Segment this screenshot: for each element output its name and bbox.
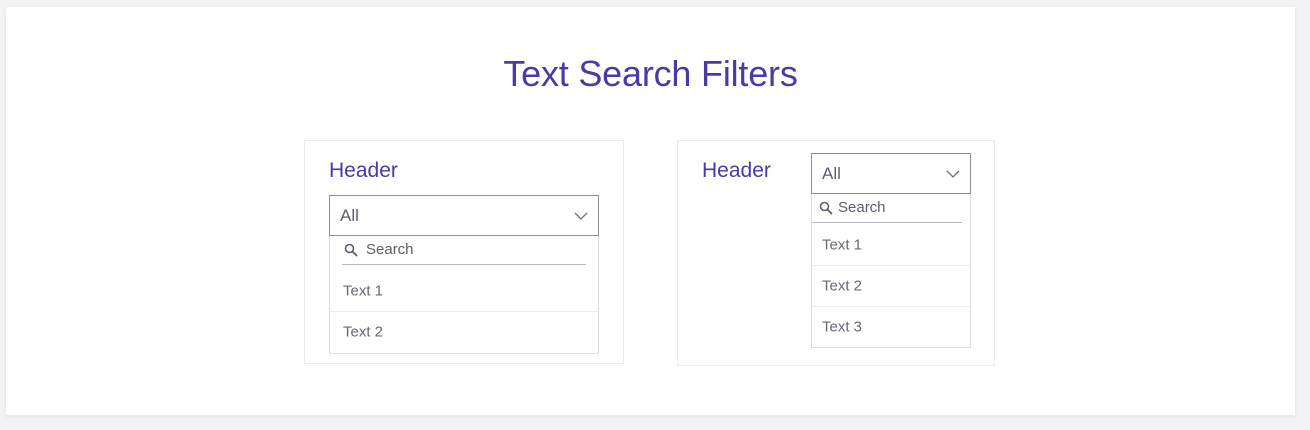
- option-label: Text 1: [822, 236, 863, 253]
- main-card: Text Search Filters Header All Search Te…: [6, 7, 1295, 415]
- filter-panel-inline: Header All Search Text 1 Text 2 Text 3: [677, 140, 995, 366]
- select-value: All: [822, 163, 841, 183]
- filter-panel-stacked: Header All Search Text 1 Text 2: [304, 140, 624, 364]
- filter-header-label: Header: [702, 159, 771, 182]
- filter-header-label: Header: [329, 159, 398, 182]
- search-icon: [819, 201, 833, 215]
- select-value: All: [340, 205, 359, 225]
- search-placeholder: Search: [838, 199, 886, 216]
- option-label: Text 3: [822, 318, 863, 336]
- search-field[interactable]: Search: [812, 194, 962, 223]
- dropdown-option[interactable]: Text 2: [812, 265, 970, 306]
- filter-select[interactable]: All: [811, 153, 971, 194]
- dropdown-option[interactable]: Text 1: [812, 224, 970, 265]
- dropdown-option[interactable]: Text 1: [330, 270, 598, 311]
- chevron-down-icon: [946, 170, 960, 178]
- search-field[interactable]: Search: [342, 236, 586, 265]
- option-label: Text 2: [343, 323, 384, 341]
- page-title: Text Search Filters: [503, 53, 798, 94]
- dropdown-option[interactable]: Text 2: [330, 311, 598, 352]
- dropdown-option[interactable]: Text 3: [812, 306, 970, 347]
- filter-dropdown: Search Text 1 Text 2 Text 3: [811, 194, 971, 348]
- filter-dropdown: Search Text 1 Text 2: [329, 236, 599, 354]
- option-label: Text 1: [343, 282, 384, 299]
- option-label: Text 2: [822, 277, 863, 295]
- filter-select[interactable]: All: [329, 195, 599, 236]
- search-icon: [344, 243, 358, 257]
- search-placeholder: Search: [366, 241, 414, 258]
- chevron-down-icon: [574, 212, 588, 220]
